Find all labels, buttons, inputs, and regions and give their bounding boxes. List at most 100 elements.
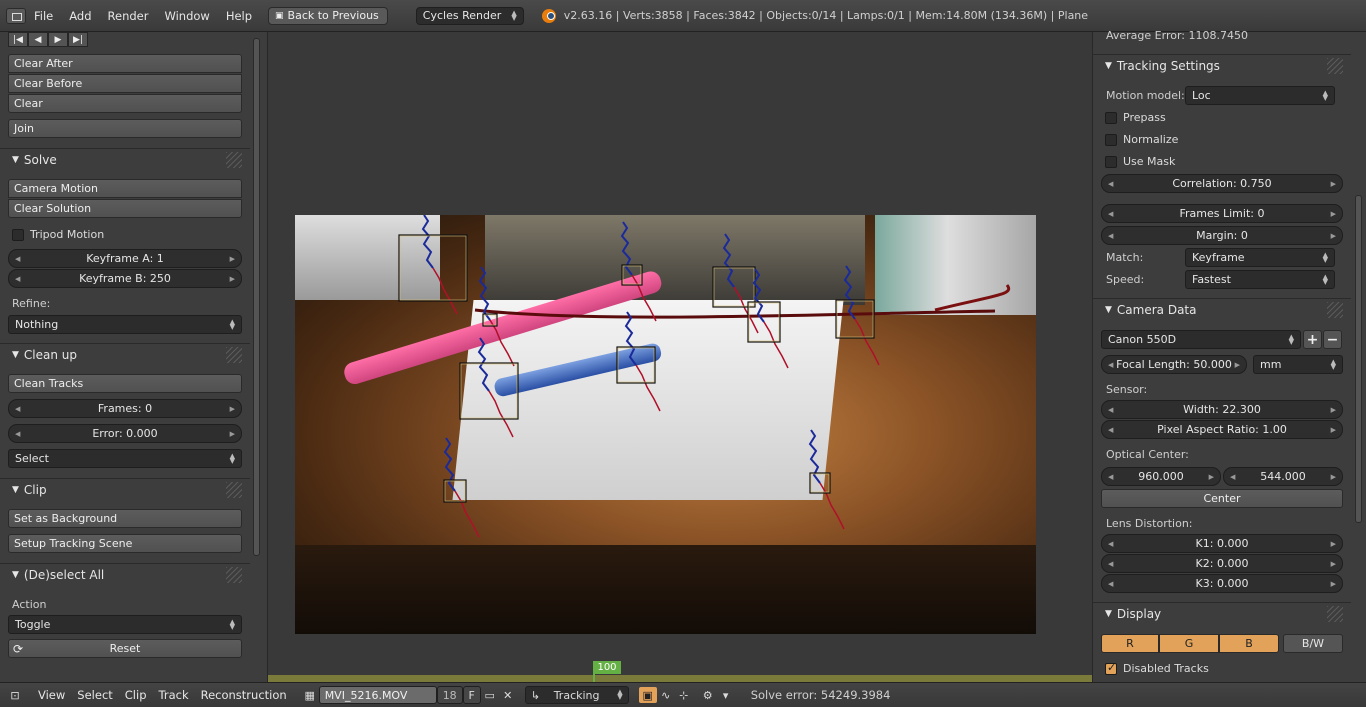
join-button[interactable]: Join <box>8 119 242 138</box>
increment-arrow-icon[interactable]: ▶ <box>1209 473 1214 481</box>
increment-arrow-icon[interactable]: ▶ <box>1331 180 1336 188</box>
action-dropdown[interactable]: Toggle ▲ ▼ <box>8 615 242 634</box>
editor-type-icon[interactable]: ⊡ <box>6 687 24 703</box>
center-button[interactable]: Center <box>1101 489 1343 508</box>
menu-render[interactable]: Render <box>100 9 157 23</box>
remove-preset-icon[interactable]: − <box>1323 330 1342 349</box>
jump-end-icon[interactable]: ▶| <box>68 32 88 47</box>
solve-panel-header[interactable]: ▼ Solve <box>0 148 250 170</box>
mode-dropdown[interactable]: ↳ Tracking ▲ ▼ <box>524 686 629 704</box>
dropdown-arrow-icon[interactable]: ▾ <box>717 687 735 703</box>
display-header[interactable]: ▼ Display <box>1093 602 1351 624</box>
match-dropdown[interactable]: Keyframe ▲ ▼ <box>1185 248 1335 267</box>
increment-arrow-icon[interactable]: ▶ <box>230 405 235 413</box>
keyframe-b-field[interactable]: ◀ Keyframe B: 250 ▶ <box>8 269 242 288</box>
camera-data-header[interactable]: ▼ Camera Data <box>1093 298 1351 320</box>
channel-b-toggle[interactable]: B <box>1219 634 1279 653</box>
increment-arrow-icon[interactable]: ▶ <box>1331 560 1336 568</box>
increment-arrow-icon[interactable]: ▶ <box>1331 580 1336 588</box>
drag-grip-icon[interactable] <box>1327 606 1343 622</box>
menu-select[interactable]: Select <box>71 688 118 702</box>
clear-button[interactable]: Clear <box>8 94 242 113</box>
increment-arrow-icon[interactable]: ▶ <box>230 430 235 438</box>
pixel-aspect-field[interactable]: ◀ Pixel Aspect Ratio: 1.00 ▶ <box>1101 420 1343 439</box>
margin-field[interactable]: ◀ Margin: 0 ▶ <box>1101 226 1343 245</box>
menu-window[interactable]: Window <box>156 9 217 23</box>
menu-clip[interactable]: Clip <box>119 688 153 702</box>
increment-arrow-icon[interactable]: ▶ <box>1235 361 1240 369</box>
menu-file[interactable]: File <box>26 9 61 23</box>
right-scrollbar[interactable] <box>1355 195 1362 523</box>
drag-grip-icon[interactable] <box>226 567 242 583</box>
menu-view[interactable]: View <box>32 688 71 702</box>
k1-field[interactable]: ◀ K1: 0.000 ▶ <box>1101 534 1343 553</box>
frames-field[interactable]: ◀ Frames: 0 ▶ <box>8 399 242 418</box>
render-engine-dropdown[interactable]: Cycles Render ▲ ▼ <box>415 6 524 25</box>
clip-panel-header[interactable]: ▼ Clip <box>0 478 250 500</box>
clip-browse-icon[interactable]: ▦ <box>301 687 319 703</box>
add-preset-icon[interactable]: + <box>1303 330 1322 349</box>
pivot-icon[interactable]: ⊹ <box>675 687 693 703</box>
open-folder-icon[interactable]: ▭ <box>481 687 499 703</box>
clear-before-button[interactable]: Clear Before <box>8 74 242 93</box>
cleanup-action-dropdown[interactable]: Select ▲ ▼ <box>8 449 242 468</box>
menu-track[interactable]: Track <box>153 688 195 702</box>
fake-user-toggle[interactable]: F <box>462 686 481 704</box>
disabled-tracks-checkbox[interactable]: Disabled Tracks <box>1105 661 1209 675</box>
focal-length-field[interactable]: ◀ Focal Length: 50.000 ▶ <box>1101 355 1247 374</box>
increment-arrow-icon[interactable]: ▶ <box>230 255 235 263</box>
prepass-checkbox[interactable]: Prepass <box>1105 111 1166 124</box>
clean-tracks-button[interactable]: Clean Tracks <box>8 374 242 393</box>
lock-selection-icon[interactable]: ▣ <box>638 687 657 703</box>
increment-arrow-icon[interactable]: ▶ <box>230 275 235 283</box>
editor-type-icon[interactable] <box>6 7 26 24</box>
increment-arrow-icon[interactable]: ▶ <box>1331 473 1336 481</box>
tripod-motion-checkbox[interactable]: Tripod Motion <box>12 228 104 241</box>
correlation-field[interactable]: ◀ Correlation: 0.750 ▶ <box>1101 174 1343 193</box>
channel-bw-toggle[interactable]: B/W <box>1283 634 1343 653</box>
drag-grip-icon[interactable] <box>226 347 242 363</box>
clip-name-field[interactable]: MVI_5216.MOV <box>318 686 437 704</box>
display-settings-icon[interactable]: ⚙ <box>699 687 717 703</box>
jump-start-icon[interactable]: |◀ <box>8 32 28 47</box>
left-scrollbar[interactable] <box>253 38 260 556</box>
frames-limit-field[interactable]: ◀ Frames Limit: 0 ▶ <box>1101 204 1343 223</box>
menu-add[interactable]: Add <box>61 9 99 23</box>
current-frame-indicator[interactable]: 100 <box>593 661 621 674</box>
refine-dropdown[interactable]: Nothing ▲ ▼ <box>8 315 242 334</box>
clip-viewport[interactable] <box>268 32 1092 675</box>
increment-arrow-icon[interactable]: ▶ <box>1331 232 1336 240</box>
play-reverse-icon[interactable]: ◀ <box>28 32 48 47</box>
drag-grip-icon[interactable] <box>1327 58 1343 74</box>
channel-r-toggle[interactable]: R <box>1101 634 1159 653</box>
increment-arrow-icon[interactable]: ▶ <box>1331 406 1336 414</box>
cleanup-panel-header[interactable]: ▼ Clean up <box>0 343 250 365</box>
k2-field[interactable]: ◀ K2: 0.000 ▶ <box>1101 554 1343 573</box>
clear-after-button[interactable]: Clear After <box>8 54 242 73</box>
timeline-strip[interactable]: 100 <box>268 661 1092 682</box>
sensor-width-field[interactable]: ◀ Width: 22.300 ▶ <box>1101 400 1343 419</box>
tracking-settings-header[interactable]: ▼ Tracking Settings <box>1093 54 1351 76</box>
movie-clip-frame[interactable] <box>295 215 1036 634</box>
increment-arrow-icon[interactable]: ▶ <box>1331 540 1336 548</box>
keyframe-a-field[interactable]: ◀ Keyframe A: 1 ▶ <box>8 249 242 268</box>
k3-field[interactable]: ◀ K3: 0.000 ▶ <box>1101 574 1343 593</box>
curve-view-icon[interactable]: ∿ <box>657 687 675 703</box>
normalize-checkbox[interactable]: Normalize <box>1105 133 1178 146</box>
channel-g-toggle[interactable]: G <box>1159 634 1219 653</box>
increment-arrow-icon[interactable]: ▶ <box>1331 426 1336 434</box>
drag-grip-icon[interactable] <box>226 152 242 168</box>
deselect-all-panel-header[interactable]: ▼ (De)select All <box>0 563 250 585</box>
back-to-previous-button[interactable]: ▣ Back to Previous <box>268 6 388 25</box>
set-as-background-button[interactable]: Set as Background <box>8 509 242 528</box>
close-icon[interactable]: ✕ <box>499 687 517 703</box>
reset-button[interactable]: ⟳ Reset <box>8 639 242 658</box>
clear-solution-button[interactable]: Clear Solution <box>8 199 242 218</box>
motion-model-dropdown[interactable]: Loc ▲ ▼ <box>1185 86 1335 105</box>
drag-grip-icon[interactable] <box>226 482 242 498</box>
increment-arrow-icon[interactable]: ▶ <box>1331 210 1336 218</box>
play-icon[interactable]: ▶ <box>48 32 68 47</box>
speed-dropdown[interactable]: Fastest ▲ ▼ <box>1185 270 1335 289</box>
optical-center-y-field[interactable]: ◀ 544.000 ▶ <box>1223 467 1343 486</box>
use-mask-checkbox[interactable]: Use Mask <box>1105 155 1175 168</box>
